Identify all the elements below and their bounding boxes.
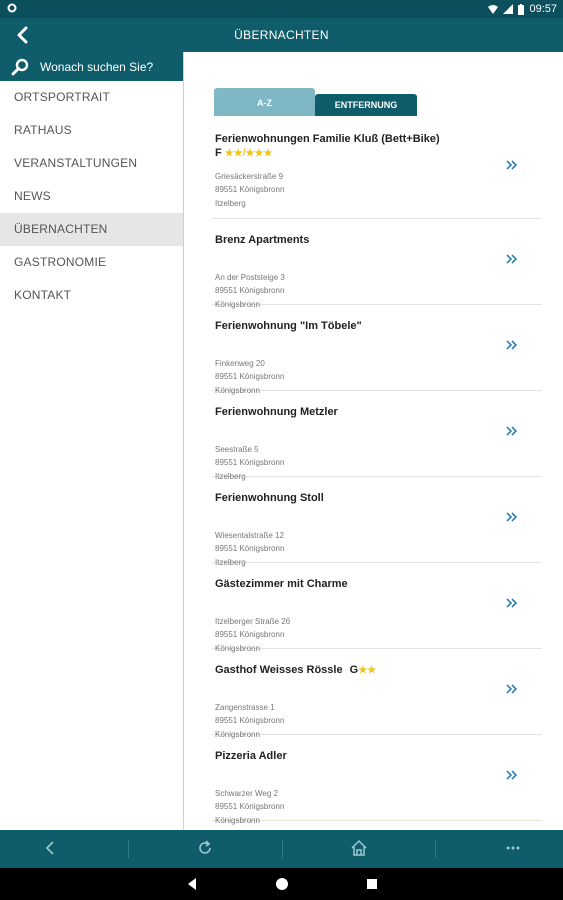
double-chevron-right-icon[interactable] xyxy=(505,338,519,352)
sidebar-item-news[interactable]: NEWS xyxy=(0,180,183,213)
item-zip-city: 89551 Königsbronn xyxy=(215,716,285,726)
item-rating: F ★★/★★★ xyxy=(215,147,272,159)
tab-az[interactable]: A-Z xyxy=(214,88,315,116)
list-item[interactable]: Ferienwohnung Metzler Seestraße 5 89551 … xyxy=(212,391,542,481)
item-street: An der Poststeige 3 xyxy=(215,273,285,282)
item-address: Schwarzer Weg 2 89551 Königsbronn Königs… xyxy=(215,787,284,827)
back-arrow-icon[interactable] xyxy=(40,838,60,858)
double-chevron-right-icon[interactable] xyxy=(505,768,519,782)
double-chevron-right-icon[interactable] xyxy=(505,252,519,266)
item-zip-city: 89551 Königsbronn xyxy=(215,286,285,296)
nav-home-icon[interactable] xyxy=(274,876,290,892)
search-icon xyxy=(11,58,29,75)
item-street: Wiesentalstraße 12 xyxy=(215,531,284,540)
item-zip-city: 89551 Königsbronn xyxy=(215,802,285,812)
item-street: Zangenstrasse 1 xyxy=(215,703,275,712)
item-name: Brenz Apartments xyxy=(215,234,310,246)
item-name: Gasthof Weisses Rössle xyxy=(215,664,343,676)
status-bar: 09:57 xyxy=(0,0,563,18)
item-zip-city: 89551 Königsbronn xyxy=(215,372,285,382)
double-chevron-right-icon[interactable] xyxy=(505,682,519,696)
list-item[interactable]: Gästezimmer mit Charme Itzelberger Straß… xyxy=(212,563,542,653)
toolbar-divider xyxy=(128,840,129,858)
item-street: Itzelberger Straße 26 xyxy=(215,617,291,626)
rating-stars: ★★/★★★ xyxy=(224,148,273,159)
item-class: G xyxy=(349,664,359,676)
double-chevron-right-icon[interactable] xyxy=(505,596,519,610)
item-zip-city: 89551 Königsbronn xyxy=(215,544,285,554)
item-street: Griesäckerstraße 9 xyxy=(215,172,284,181)
item-name: Gästezimmer mit Charme xyxy=(215,578,348,590)
double-chevron-right-icon[interactable] xyxy=(505,158,519,172)
sidebar-item-kontakt[interactable]: KONTAKT xyxy=(0,279,183,312)
clock-time: 09:57 xyxy=(529,3,557,15)
battery-icon xyxy=(518,3,525,15)
item-street: Schwarzer Weg 2 xyxy=(215,789,278,798)
item-street: Seestraße 5 xyxy=(215,445,259,454)
list-item[interactable]: Pizzeria Adler Schwarzer Weg 2 89551 Kön… xyxy=(212,735,542,825)
sort-tabs: A-Z ENTFERNUNG xyxy=(214,88,418,116)
wifi-icon xyxy=(488,5,499,14)
item-district: Königsbronn xyxy=(215,815,260,825)
double-chevron-right-icon[interactable] xyxy=(505,424,519,438)
double-chevron-right-icon[interactable] xyxy=(505,510,519,524)
item-name: Pizzeria Adler xyxy=(215,750,287,762)
item-name: Ferienwohnung "Im Töbele" xyxy=(215,320,362,332)
item-class: F xyxy=(215,147,222,159)
item-district: Itzelberg xyxy=(215,198,246,208)
more-dots-icon[interactable] xyxy=(503,838,523,858)
list-item[interactable]: Brenz Apartments An der Poststeige 3 895… xyxy=(212,219,542,309)
tab-distance[interactable]: ENTFERNUNG xyxy=(315,94,417,116)
item-name: Ferienwohnung Metzler xyxy=(215,406,338,418)
list-item[interactable]: Gasthof Weisses Rössle G★★ Zangenstrasse… xyxy=(212,649,542,739)
item-name: Ferienwohnungen Familie Kluß (Bett+Bike) xyxy=(215,133,440,145)
list-item[interactable]: Ferienwohnung "Im Töbele" Finkenweg 20 8… xyxy=(212,305,542,395)
item-name: Ferienwohnung Stoll xyxy=(215,492,324,504)
sidebar-item-uebernachten[interactable]: ÜBERNACHTEN xyxy=(0,213,183,246)
sidebar-item-ortsportrait[interactable]: ORTSPORTRAIT xyxy=(0,81,183,114)
item-zip-city: 89551 Königsbronn xyxy=(215,185,285,195)
settings-gear-icon xyxy=(7,3,17,13)
home-icon[interactable] xyxy=(349,838,369,858)
toolbar-divider xyxy=(435,840,436,858)
sidebar-item-veranstaltungen[interactable]: VERANSTALTUNGEN xyxy=(0,147,183,180)
list-item[interactable]: Ferienwohnung Stoll Wiesentalstraße 12 8… xyxy=(212,477,542,567)
item-address: Griesäckerstraße 9 89551 Königsbronn Itz… xyxy=(215,170,284,210)
list-item[interactable]: Ferienwohnungen Familie Kluß (Bett+Bike)… xyxy=(212,118,542,219)
sidebar-item-rathaus[interactable]: RATHAUS xyxy=(0,114,183,147)
item-zip-city: 89551 Königsbronn xyxy=(215,458,285,468)
nav-recents-icon[interactable] xyxy=(364,876,380,892)
sidebar: Wonach suchen Sie? ORTSPORTRAIT RATHAUS … xyxy=(0,52,184,830)
bottom-toolbar xyxy=(0,830,563,868)
rating-stars: ★★ xyxy=(358,665,377,676)
app-bar: ÜBERNACHTEN xyxy=(0,18,563,52)
page-title: ÜBERNACHTEN xyxy=(234,28,329,42)
main-content: A-Z ENTFERNUNG Ferienwohnungen Familie K… xyxy=(184,52,563,830)
item-street: Finkenweg 20 xyxy=(215,359,265,368)
refresh-icon[interactable] xyxy=(195,838,215,858)
system-nav-bar xyxy=(0,868,563,900)
search-input[interactable]: Wonach suchen Sie? xyxy=(40,60,153,74)
signal-icon xyxy=(503,4,514,14)
status-right: 09:57 xyxy=(488,3,557,15)
search-bar[interactable]: Wonach suchen Sie? xyxy=(0,52,183,81)
nav-back-icon[interactable] xyxy=(184,876,200,892)
toolbar-divider xyxy=(282,840,283,858)
sidebar-item-gastronomie[interactable]: GASTRONOMIE xyxy=(0,246,183,279)
item-name-with-rating: Gasthof Weisses Rössle G★★ xyxy=(215,664,376,676)
accommodation-list: Ferienwohnungen Familie Kluß (Bett+Bike)… xyxy=(212,118,542,825)
item-zip-city: 89551 Königsbronn xyxy=(215,630,285,640)
